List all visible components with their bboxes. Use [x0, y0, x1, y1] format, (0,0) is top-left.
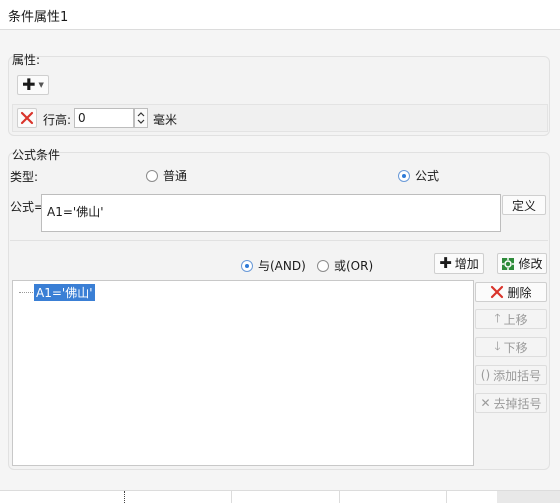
spinner-up-icon[interactable] — [137, 112, 145, 117]
delete-button-label: 删除 — [507, 285, 532, 300]
row-height-value: 0 — [78, 111, 86, 125]
logic-option-or[interactable]: 或(OR) — [317, 257, 373, 274]
tree-item-label: A1='佛山' — [34, 284, 95, 301]
window-title: 条件属性1 — [8, 10, 69, 25]
add-property-button[interactable]: ✚ ▼ — [17, 75, 49, 95]
properties-label: 属性: — [12, 53, 41, 67]
logic-option-and[interactable]: 与(AND) — [241, 257, 306, 274]
modify-condition-button[interactable]: 修改 — [497, 253, 547, 274]
logic-or-label: 或(OR) — [334, 259, 374, 273]
condition-tree[interactable]: A1='佛山' — [12, 280, 474, 466]
type-normal-label: 普通 — [163, 169, 188, 183]
add-bracket-icon: () — [480, 368, 491, 382]
window-title-bar: 条件属性1 — [0, 0, 560, 30]
plus-icon: ✚ — [439, 254, 452, 272]
dropdown-arrow-icon: ▼ — [38, 81, 44, 89]
define-button-label: 定义 — [511, 198, 536, 213]
logic-and-label: 与(AND) — [258, 259, 306, 273]
type-formula-radio[interactable] — [398, 169, 410, 182]
remove-bracket-button[interactable]: ✕ 去掉括号 — [475, 393, 547, 413]
tree-item[interactable]: A1='佛山' — [19, 284, 95, 301]
delete-icon — [491, 285, 504, 299]
add-bracket-button[interactable]: () 添加括号 — [475, 365, 547, 385]
logic-or-radio[interactable] — [317, 259, 329, 272]
add-condition-label: 增加 — [454, 257, 479, 271]
logic-and-radio[interactable] — [241, 259, 253, 272]
modify-condition-label: 修改 — [518, 257, 543, 271]
close-red-icon — [20, 111, 34, 125]
remove-bracket-icon: ✕ — [480, 396, 491, 410]
type-option-normal[interactable]: 普通 — [146, 167, 187, 184]
row-height-spinner[interactable] — [134, 108, 148, 128]
add-condition-button[interactable]: ✚ 增加 — [434, 253, 484, 274]
formula-value: A1='佛山' — [47, 205, 104, 219]
move-down-label: 下移 — [503, 340, 528, 355]
move-down-button[interactable]: 🡓 下移 — [475, 337, 547, 357]
add-bracket-label: 添加括号 — [493, 368, 542, 383]
row-height-label: 行高: — [43, 113, 72, 127]
plus-icon: ✚ — [22, 75, 36, 94]
formula-input[interactable]: A1='佛山' — [41, 194, 501, 232]
remove-property-button[interactable] — [17, 108, 37, 128]
unit-label: 毫米 — [153, 113, 178, 127]
row-height-input[interactable]: 0 — [74, 108, 134, 128]
type-normal-radio[interactable] — [146, 169, 158, 182]
remove-bracket-label: 去掉括号 — [493, 396, 542, 411]
bottom-status-bar — [0, 490, 560, 503]
formula-label: 公式= — [10, 200, 45, 214]
arrow-down-icon: 🡓 — [494, 338, 501, 353]
type-formula-label: 公式 — [415, 169, 440, 183]
type-option-formula[interactable]: 公式 — [398, 167, 439, 184]
arrow-up-icon: 🡑 — [494, 310, 501, 325]
delete-button[interactable]: 删除 — [475, 282, 547, 302]
spinner-down-icon[interactable] — [137, 119, 145, 124]
edit-icon — [502, 257, 515, 270]
define-button[interactable]: 定义 — [502, 195, 546, 215]
tree-connector — [19, 292, 33, 293]
move-up-button[interactable]: 🡑 上移 — [475, 309, 547, 329]
separator — [10, 240, 548, 241]
move-up-label: 上移 — [503, 312, 528, 327]
type-label: 类型: — [10, 170, 39, 184]
formula-condition-label: 公式条件 — [12, 148, 61, 162]
